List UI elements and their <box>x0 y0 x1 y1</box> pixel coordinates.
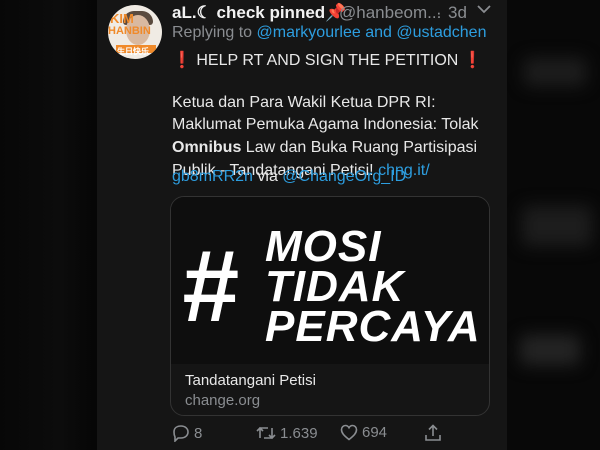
background-left <box>0 0 100 450</box>
share-icon <box>425 424 441 441</box>
tweet-line: Ketua dan Para Wakil Ketua DPR RI: <box>172 94 436 111</box>
user-handle[interactable]: @hanbeom... <box>339 3 441 23</box>
tweet-line: gb8mRR2n via @ChangeOrg_ID <box>172 168 406 186</box>
tweet-bold-word: Omnibus <box>172 139 242 156</box>
timestamp[interactable]: 3d <box>448 3 467 23</box>
like-count: 694 <box>362 424 388 441</box>
card-hash: # <box>181 229 238 343</box>
retweet-action[interactable]: 1.639 <box>256 424 318 442</box>
like-action[interactable]: 694 <box>340 424 387 441</box>
tweet-line: Maklumat Pemuka Agama Indonesia: Tolak <box>172 116 479 133</box>
retweet-icon <box>256 426 276 440</box>
avatar-text: KIM <box>110 11 134 26</box>
mention-link[interactable]: @markyourlee <box>257 24 361 41</box>
link-preview-card[interactable]: # MOSI TIDAK PERCAYA Tandatangani Petisi… <box>170 196 490 416</box>
tweet-line: Omnibus Law dan Buka Ruang Partisipasi <box>172 139 477 157</box>
chevron-down-icon[interactable] <box>477 4 491 14</box>
petition-link[interactable]: gb8mRR2n <box>172 168 253 185</box>
reply-prefix: Replying to <box>172 24 253 41</box>
card-domain: change.org <box>185 392 261 409</box>
replying-to: Replying to @markyourlee and @ustadchen <box>172 24 486 42</box>
card-image: # MOSI TIDAK PERCAYA <box>171 197 489 364</box>
reply-count: 8 <box>194 424 203 442</box>
avatar-text: 生日快乐 <box>117 47 149 56</box>
retweet-count: 1.639 <box>280 424 318 442</box>
blurred-background-element <box>524 58 586 86</box>
avatar[interactable]: KIM HANBIN 生日快乐 <box>108 5 162 59</box>
reply-and: and <box>365 24 392 41</box>
card-word: PERCAYA <box>265 302 481 351</box>
tweet-line: ❗ HELP RT AND SIGN THE PETITION ❗ <box>172 52 483 69</box>
display-name[interactable]: aL.☾ check pinned📌 <box>172 3 346 23</box>
separator-dot: · <box>436 3 442 22</box>
reply-action[interactable]: 8 <box>172 424 202 442</box>
tweet-text-span: via <box>252 168 283 185</box>
card-title: Tandatangani Petisi <box>185 372 316 389</box>
blurred-background-element <box>520 335 580 365</box>
heart-icon <box>340 424 358 441</box>
reply-icon <box>173 425 189 442</box>
share-action[interactable] <box>424 424 442 442</box>
blurred-background-element <box>522 206 592 246</box>
mention-link[interactable]: @ustadchen <box>396 24 486 41</box>
avatar-text: HANBIN <box>108 25 151 37</box>
tweet-text-span: Law dan Buka Ruang Partisipasi <box>241 139 478 156</box>
mention-link[interactable]: @ChangeOrg_ID <box>282 168 406 185</box>
